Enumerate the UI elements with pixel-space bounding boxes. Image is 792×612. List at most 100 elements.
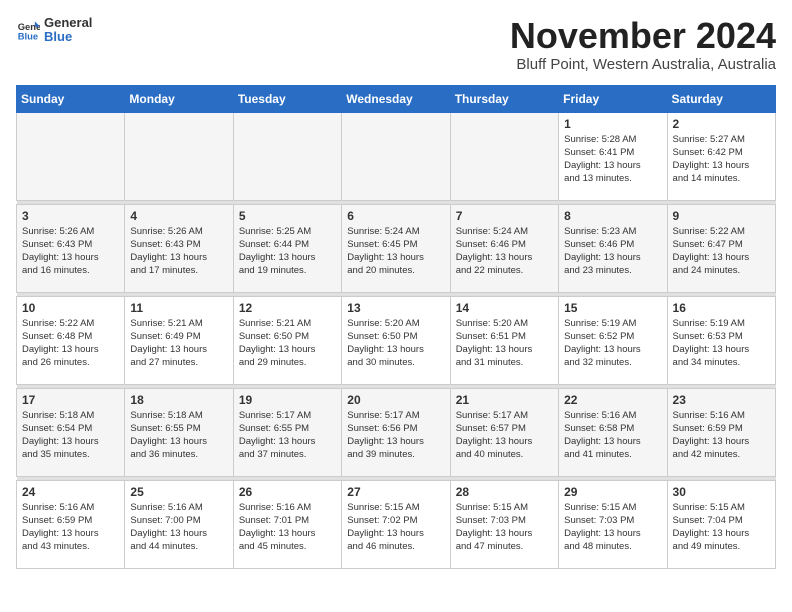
calendar-cell: 17 Sunrise: 5:18 AM Sunset: 6:54 PM Dayli… bbox=[17, 388, 125, 476]
calendar-cell: 10Sunrise: 5:22 AM Sunset: 6:48 PM Dayli… bbox=[17, 296, 125, 384]
calendar-cell: 16 Sunrise: 5:19 AM Sunset: 6:53 PM Dayli… bbox=[667, 296, 775, 384]
day-info: Sunrise: 5:26 AM Sunset: 6:43 PM Dayligh… bbox=[22, 225, 119, 278]
calendar-cell: 30Sunrise: 5:15 AM Sunset: 7:04 PM Dayli… bbox=[667, 480, 775, 568]
logo: General Blue General Blue bbox=[16, 16, 92, 45]
week-row-5: 24 Sunrise: 5:16 AM Sunset: 6:59 PM Dayli… bbox=[17, 480, 776, 568]
day-number: 13 bbox=[347, 301, 444, 315]
calendar-cell: 13 Sunrise: 5:20 AM Sunset: 6:50 PM Dayli… bbox=[342, 296, 450, 384]
weekday-header-monday: Monday bbox=[125, 85, 233, 112]
day-number: 11 bbox=[130, 301, 227, 315]
calendar-cell: 7 Sunrise: 5:24 AM Sunset: 6:46 PM Daylig… bbox=[450, 204, 558, 292]
weekday-header-thursday: Thursday bbox=[450, 85, 558, 112]
day-info: Sunrise: 5:15 AM Sunset: 7:02 PM Dayligh… bbox=[347, 501, 444, 554]
day-number: 25 bbox=[130, 485, 227, 499]
day-number: 20 bbox=[347, 393, 444, 407]
day-info: Sunrise: 5:16 AM Sunset: 6:59 PM Dayligh… bbox=[22, 501, 119, 554]
logo-blue: Blue bbox=[44, 30, 92, 44]
calendar-cell: 21 Sunrise: 5:17 AM Sunset: 6:57 PM Dayli… bbox=[450, 388, 558, 476]
weekday-header-wednesday: Wednesday bbox=[342, 85, 450, 112]
day-number: 18 bbox=[130, 393, 227, 407]
calendar-cell: 19 Sunrise: 5:17 AM Sunset: 6:55 PM Dayli… bbox=[233, 388, 341, 476]
calendar-cell bbox=[342, 112, 450, 200]
day-number: 27 bbox=[347, 485, 444, 499]
day-info: Sunrise: 5:17 AM Sunset: 6:57 PM Dayligh… bbox=[456, 409, 553, 462]
day-number: 8 bbox=[564, 209, 661, 223]
day-info: Sunrise: 5:26 AM Sunset: 6:43 PM Dayligh… bbox=[130, 225, 227, 278]
calendar-cell: 9Sunrise: 5:22 AM Sunset: 6:47 PM Daylig… bbox=[667, 204, 775, 292]
day-info: Sunrise: 5:24 AM Sunset: 6:46 PM Dayligh… bbox=[456, 225, 553, 278]
header: General Blue General Blue November 2024 … bbox=[16, 16, 776, 73]
day-info: Sunrise: 5:16 AM Sunset: 7:01 PM Dayligh… bbox=[239, 501, 336, 554]
day-info: Sunrise: 5:22 AM Sunset: 6:47 PM Dayligh… bbox=[673, 225, 770, 278]
calendar-cell bbox=[450, 112, 558, 200]
week-row-3: 10Sunrise: 5:22 AM Sunset: 6:48 PM Dayli… bbox=[17, 296, 776, 384]
day-number: 6 bbox=[347, 209, 444, 223]
day-info: Sunrise: 5:16 AM Sunset: 6:59 PM Dayligh… bbox=[673, 409, 770, 462]
day-number: 21 bbox=[456, 393, 553, 407]
day-number: 24 bbox=[22, 485, 119, 499]
logo-icon: General Blue bbox=[16, 18, 40, 42]
calendar-cell: 4Sunrise: 5:26 AM Sunset: 6:43 PM Daylig… bbox=[125, 204, 233, 292]
day-info: Sunrise: 5:19 AM Sunset: 6:52 PM Dayligh… bbox=[564, 317, 661, 370]
week-row-4: 17 Sunrise: 5:18 AM Sunset: 6:54 PM Dayli… bbox=[17, 388, 776, 476]
day-info: Sunrise: 5:16 AM Sunset: 6:58 PM Dayligh… bbox=[564, 409, 661, 462]
calendar-cell: 29Sunrise: 5:15 AM Sunset: 7:03 PM Dayli… bbox=[559, 480, 667, 568]
weekday-header-friday: Friday bbox=[559, 85, 667, 112]
day-number: 15 bbox=[564, 301, 661, 315]
day-info: Sunrise: 5:16 AM Sunset: 7:00 PM Dayligh… bbox=[130, 501, 227, 554]
calendar-cell bbox=[125, 112, 233, 200]
calendar-cell: 5 Sunrise: 5:25 AM Sunset: 6:44 PM Daylig… bbox=[233, 204, 341, 292]
day-info: Sunrise: 5:24 AM Sunset: 6:45 PM Dayligh… bbox=[347, 225, 444, 278]
calendar-cell: 27 Sunrise: 5:15 AM Sunset: 7:02 PM Dayli… bbox=[342, 480, 450, 568]
calendar-cell bbox=[233, 112, 341, 200]
weekday-header-saturday: Saturday bbox=[667, 85, 775, 112]
day-info: Sunrise: 5:15 AM Sunset: 7:03 PM Dayligh… bbox=[456, 501, 553, 554]
logo-wordmark: General Blue bbox=[44, 16, 92, 45]
day-info: Sunrise: 5:18 AM Sunset: 6:54 PM Dayligh… bbox=[22, 409, 119, 462]
calendar-cell: 25 Sunrise: 5:16 AM Sunset: 7:00 PM Dayli… bbox=[125, 480, 233, 568]
calendar-cell: 22Sunrise: 5:16 AM Sunset: 6:58 PM Dayli… bbox=[559, 388, 667, 476]
day-number: 26 bbox=[239, 485, 336, 499]
title-area: November 2024 Bluff Point, Western Austr… bbox=[510, 16, 776, 73]
calendar-cell: 2 Sunrise: 5:27 AM Sunset: 6:42 PM Daylig… bbox=[667, 112, 775, 200]
week-row-2: 3 Sunrise: 5:26 AM Sunset: 6:43 PM Daylig… bbox=[17, 204, 776, 292]
day-info: Sunrise: 5:23 AM Sunset: 6:46 PM Dayligh… bbox=[564, 225, 661, 278]
calendar-cell: 20 Sunrise: 5:17 AM Sunset: 6:56 PM Dayli… bbox=[342, 388, 450, 476]
day-number: 3 bbox=[22, 209, 119, 223]
month-title: November 2024 bbox=[510, 16, 776, 56]
calendar-cell: 14Sunrise: 5:20 AM Sunset: 6:51 PM Dayli… bbox=[450, 296, 558, 384]
day-number: 17 bbox=[22, 393, 119, 407]
day-info: Sunrise: 5:22 AM Sunset: 6:48 PM Dayligh… bbox=[22, 317, 119, 370]
day-info: Sunrise: 5:20 AM Sunset: 6:50 PM Dayligh… bbox=[347, 317, 444, 370]
day-info: Sunrise: 5:20 AM Sunset: 6:51 PM Dayligh… bbox=[456, 317, 553, 370]
day-info: Sunrise: 5:21 AM Sunset: 6:49 PM Dayligh… bbox=[130, 317, 227, 370]
calendar-cell: 8 Sunrise: 5:23 AM Sunset: 6:46 PM Daylig… bbox=[559, 204, 667, 292]
calendar-cell: 6 Sunrise: 5:24 AM Sunset: 6:45 PM Daylig… bbox=[342, 204, 450, 292]
weekday-header-sunday: Sunday bbox=[17, 85, 125, 112]
day-info: Sunrise: 5:17 AM Sunset: 6:55 PM Dayligh… bbox=[239, 409, 336, 462]
calendar-cell: 12 Sunrise: 5:21 AM Sunset: 6:50 PM Dayli… bbox=[233, 296, 341, 384]
day-info: Sunrise: 5:17 AM Sunset: 6:56 PM Dayligh… bbox=[347, 409, 444, 462]
week-row-1: 1Sunrise: 5:28 AM Sunset: 6:41 PM Daylig… bbox=[17, 112, 776, 200]
day-info: Sunrise: 5:18 AM Sunset: 6:55 PM Dayligh… bbox=[130, 409, 227, 462]
calendar-cell: 24 Sunrise: 5:16 AM Sunset: 6:59 PM Dayli… bbox=[17, 480, 125, 568]
day-info: Sunrise: 5:27 AM Sunset: 6:42 PM Dayligh… bbox=[673, 133, 770, 186]
day-number: 30 bbox=[673, 485, 770, 499]
day-info: Sunrise: 5:28 AM Sunset: 6:41 PM Dayligh… bbox=[564, 133, 661, 186]
day-number: 7 bbox=[456, 209, 553, 223]
day-number: 23 bbox=[673, 393, 770, 407]
day-info: Sunrise: 5:19 AM Sunset: 6:53 PM Dayligh… bbox=[673, 317, 770, 370]
day-info: Sunrise: 5:25 AM Sunset: 6:44 PM Dayligh… bbox=[239, 225, 336, 278]
day-number: 19 bbox=[239, 393, 336, 407]
weekday-header-tuesday: Tuesday bbox=[233, 85, 341, 112]
calendar-table: SundayMondayTuesdayWednesdayThursdayFrid… bbox=[16, 85, 776, 569]
day-number: 5 bbox=[239, 209, 336, 223]
calendar-cell: 18 Sunrise: 5:18 AM Sunset: 6:55 PM Dayli… bbox=[125, 388, 233, 476]
day-number: 2 bbox=[673, 117, 770, 131]
weekday-header-row: SundayMondayTuesdayWednesdayThursdayFrid… bbox=[17, 85, 776, 112]
calendar-cell: 1Sunrise: 5:28 AM Sunset: 6:41 PM Daylig… bbox=[559, 112, 667, 200]
day-number: 16 bbox=[673, 301, 770, 315]
day-number: 12 bbox=[239, 301, 336, 315]
day-info: Sunrise: 5:21 AM Sunset: 6:50 PM Dayligh… bbox=[239, 317, 336, 370]
calendar-cell: 11 Sunrise: 5:21 AM Sunset: 6:49 PM Dayli… bbox=[125, 296, 233, 384]
